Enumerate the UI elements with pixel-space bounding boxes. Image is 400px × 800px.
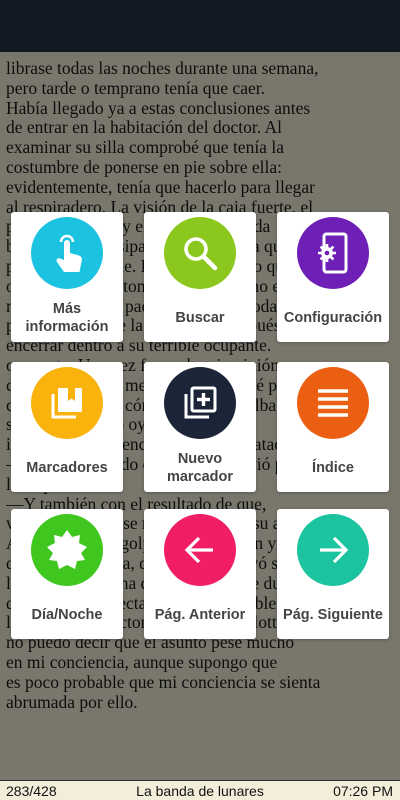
day-night-icon <box>31 514 103 586</box>
search-icon <box>164 217 236 289</box>
previous-page-button[interactable]: Pág. Anterior <box>144 509 256 639</box>
bookmarks-button[interactable]: Marcadores <box>11 362 123 492</box>
clock: 07:26 PM <box>333 783 393 799</box>
reader-footer: 283/428 La banda de lunares 07:26 PM <box>0 780 400 800</box>
settings-button[interactable]: Configuración <box>277 212 389 342</box>
touch-icon <box>31 217 103 289</box>
search-label: Buscar <box>175 310 225 326</box>
search-button[interactable]: Buscar <box>144 212 256 342</box>
bookmarks-label: Marcadores <box>26 460 108 476</box>
settings-label: Configuración <box>283 310 383 326</box>
more-info-button[interactable]: Más información <box>11 212 123 342</box>
arrow-right-icon <box>297 514 369 586</box>
day-night-label: Día/Noche <box>31 607 103 623</box>
index-label: Índice <box>312 460 354 476</box>
index-button[interactable]: Índice <box>277 362 389 492</box>
add-bookmark-icon <box>164 367 236 439</box>
next-page-button[interactable]: Pág. Siguiente <box>277 509 389 639</box>
bookmarks-icon <box>31 367 103 439</box>
more-info-label: Más información <box>25 301 109 335</box>
previous-page-label: Pág. Anterior <box>154 607 246 623</box>
day-night-button[interactable]: Día/Noche <box>11 509 123 639</box>
status-bar <box>0 0 400 52</box>
settings-phone-icon <box>297 217 369 289</box>
next-page-label: Pág. Siguiente <box>283 607 383 623</box>
index-icon <box>297 367 369 439</box>
new-bookmark-button[interactable]: Nuevo marcador <box>144 362 256 492</box>
arrow-left-icon <box>164 514 236 586</box>
new-bookmark-label: Nuevo marcador <box>166 451 234 485</box>
